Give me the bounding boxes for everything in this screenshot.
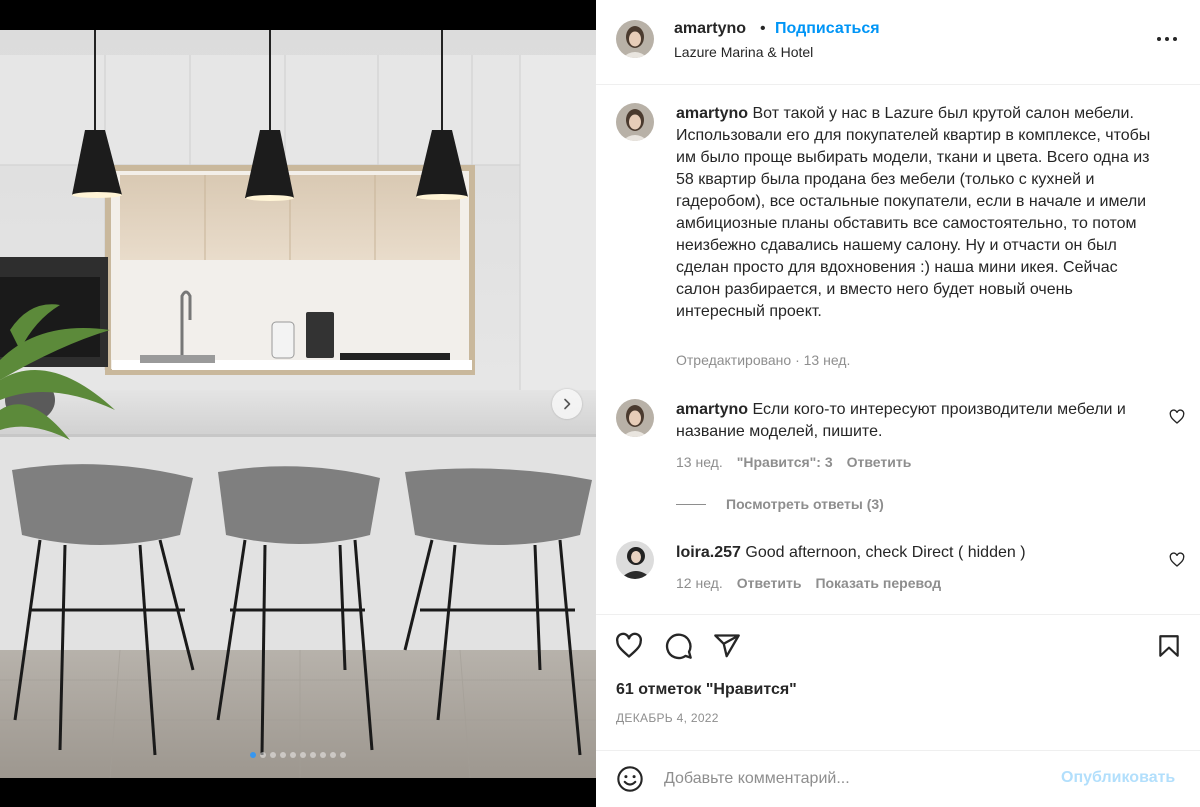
view-replies-label: Посмотреть ответы (3) [726, 496, 884, 512]
add-comment-bar: Опубликовать [596, 750, 1200, 807]
follow-button[interactable]: Подписаться [775, 20, 880, 38]
post-date[interactable]: ДЕКАБРЬ 4, 2022 [616, 711, 719, 725]
comments-list: amartyno Вот такой у нас в Lazure был кр… [596, 86, 1200, 614]
post-sidebar: amartyno • Подписаться Lazure Marina & H… [596, 0, 1200, 807]
save-button[interactable] [1154, 631, 1184, 661]
caption-username[interactable]: amartyno [676, 105, 748, 122]
reply-button[interactable]: Ответить [737, 575, 802, 591]
avatar[interactable] [616, 103, 654, 141]
carousel-dot [320, 752, 326, 758]
caption-text: amartyno Вот такой у нас в Lazure был кр… [676, 103, 1166, 323]
comment-input[interactable] [664, 767, 1044, 791]
carousel-dot [330, 752, 336, 758]
likes-count[interactable]: 61 отметок "Нравится" [616, 681, 797, 699]
carousel-dot [300, 752, 306, 758]
comment-age: 13 нед. [676, 454, 723, 470]
comment-text: loira.257 Good afternoon, check Direct (… [676, 542, 1166, 564]
carousel-dot [260, 752, 266, 758]
carousel-dot [250, 752, 256, 758]
more-options-button[interactable] [1152, 28, 1182, 50]
comment-text: amartyno Если кого-то интересуют произво… [676, 399, 1166, 443]
heart-icon[interactable] [1169, 409, 1185, 425]
emoji-icon [617, 766, 643, 792]
next-photo-button[interactable] [552, 389, 582, 419]
chevron-right-icon [564, 398, 571, 410]
avatar[interactable] [616, 541, 654, 579]
post-location[interactable]: Lazure Marina & Hotel [674, 44, 813, 60]
share-icon [714, 634, 740, 658]
caption-body: Вот такой у нас в Lazure был крутой сало… [676, 105, 1151, 320]
comment-username[interactable]: amartyno [676, 401, 748, 418]
comment-meta: 13 нед. "Нравится": 3 Ответить [676, 454, 911, 470]
replies-divider [676, 503, 706, 505]
carousel-dot [310, 752, 316, 758]
share-button[interactable] [712, 631, 742, 661]
carousel-dot [290, 752, 296, 758]
reply-button[interactable]: Ответить [847, 454, 912, 470]
post-photo [0, 30, 596, 778]
bookmark-icon [1159, 635, 1179, 657]
heart-icon[interactable] [1169, 552, 1185, 568]
carousel-dot [280, 752, 286, 758]
comment-age: 12 нед. [676, 575, 723, 591]
heart-icon [616, 632, 642, 658]
carousel-dot [270, 752, 276, 758]
emoji-button[interactable] [616, 765, 644, 793]
avatar[interactable] [616, 399, 654, 437]
comment-likes[interactable]: "Нравится": 3 [737, 454, 833, 470]
carousel-dot [340, 752, 346, 758]
post-username[interactable]: amartyno [674, 20, 746, 38]
caption-edited-age: Отредактировано · 13 нед. [676, 352, 851, 368]
comment-body: Good afternoon, check Direct ( hidden ) [745, 544, 1026, 561]
publish-button[interactable]: Опубликовать [1061, 769, 1175, 787]
carousel-dots [0, 752, 596, 758]
comment-icon [665, 633, 692, 660]
post-header: amartyno • Подписаться Lazure Marina & H… [596, 0, 1200, 85]
caption-meta: Отредактировано · 13 нед. [676, 352, 850, 368]
translate-button[interactable]: Показать перевод [815, 575, 941, 591]
separator-dot: • [760, 20, 766, 37]
avatar[interactable] [616, 20, 654, 58]
post-actions: 61 отметок "Нравится" ДЕКАБРЬ 4, 2022 [596, 614, 1200, 734]
view-replies-button[interactable]: Посмотреть ответы (3) [676, 496, 884, 512]
comment-username[interactable]: loira.257 [676, 544, 741, 561]
post-photo-area [0, 0, 596, 807]
comment-meta: 12 нед. Ответить Показать перевод [676, 575, 941, 591]
like-button[interactable] [614, 631, 644, 661]
more-icon [1157, 37, 1177, 41]
comment-button[interactable] [664, 631, 694, 661]
